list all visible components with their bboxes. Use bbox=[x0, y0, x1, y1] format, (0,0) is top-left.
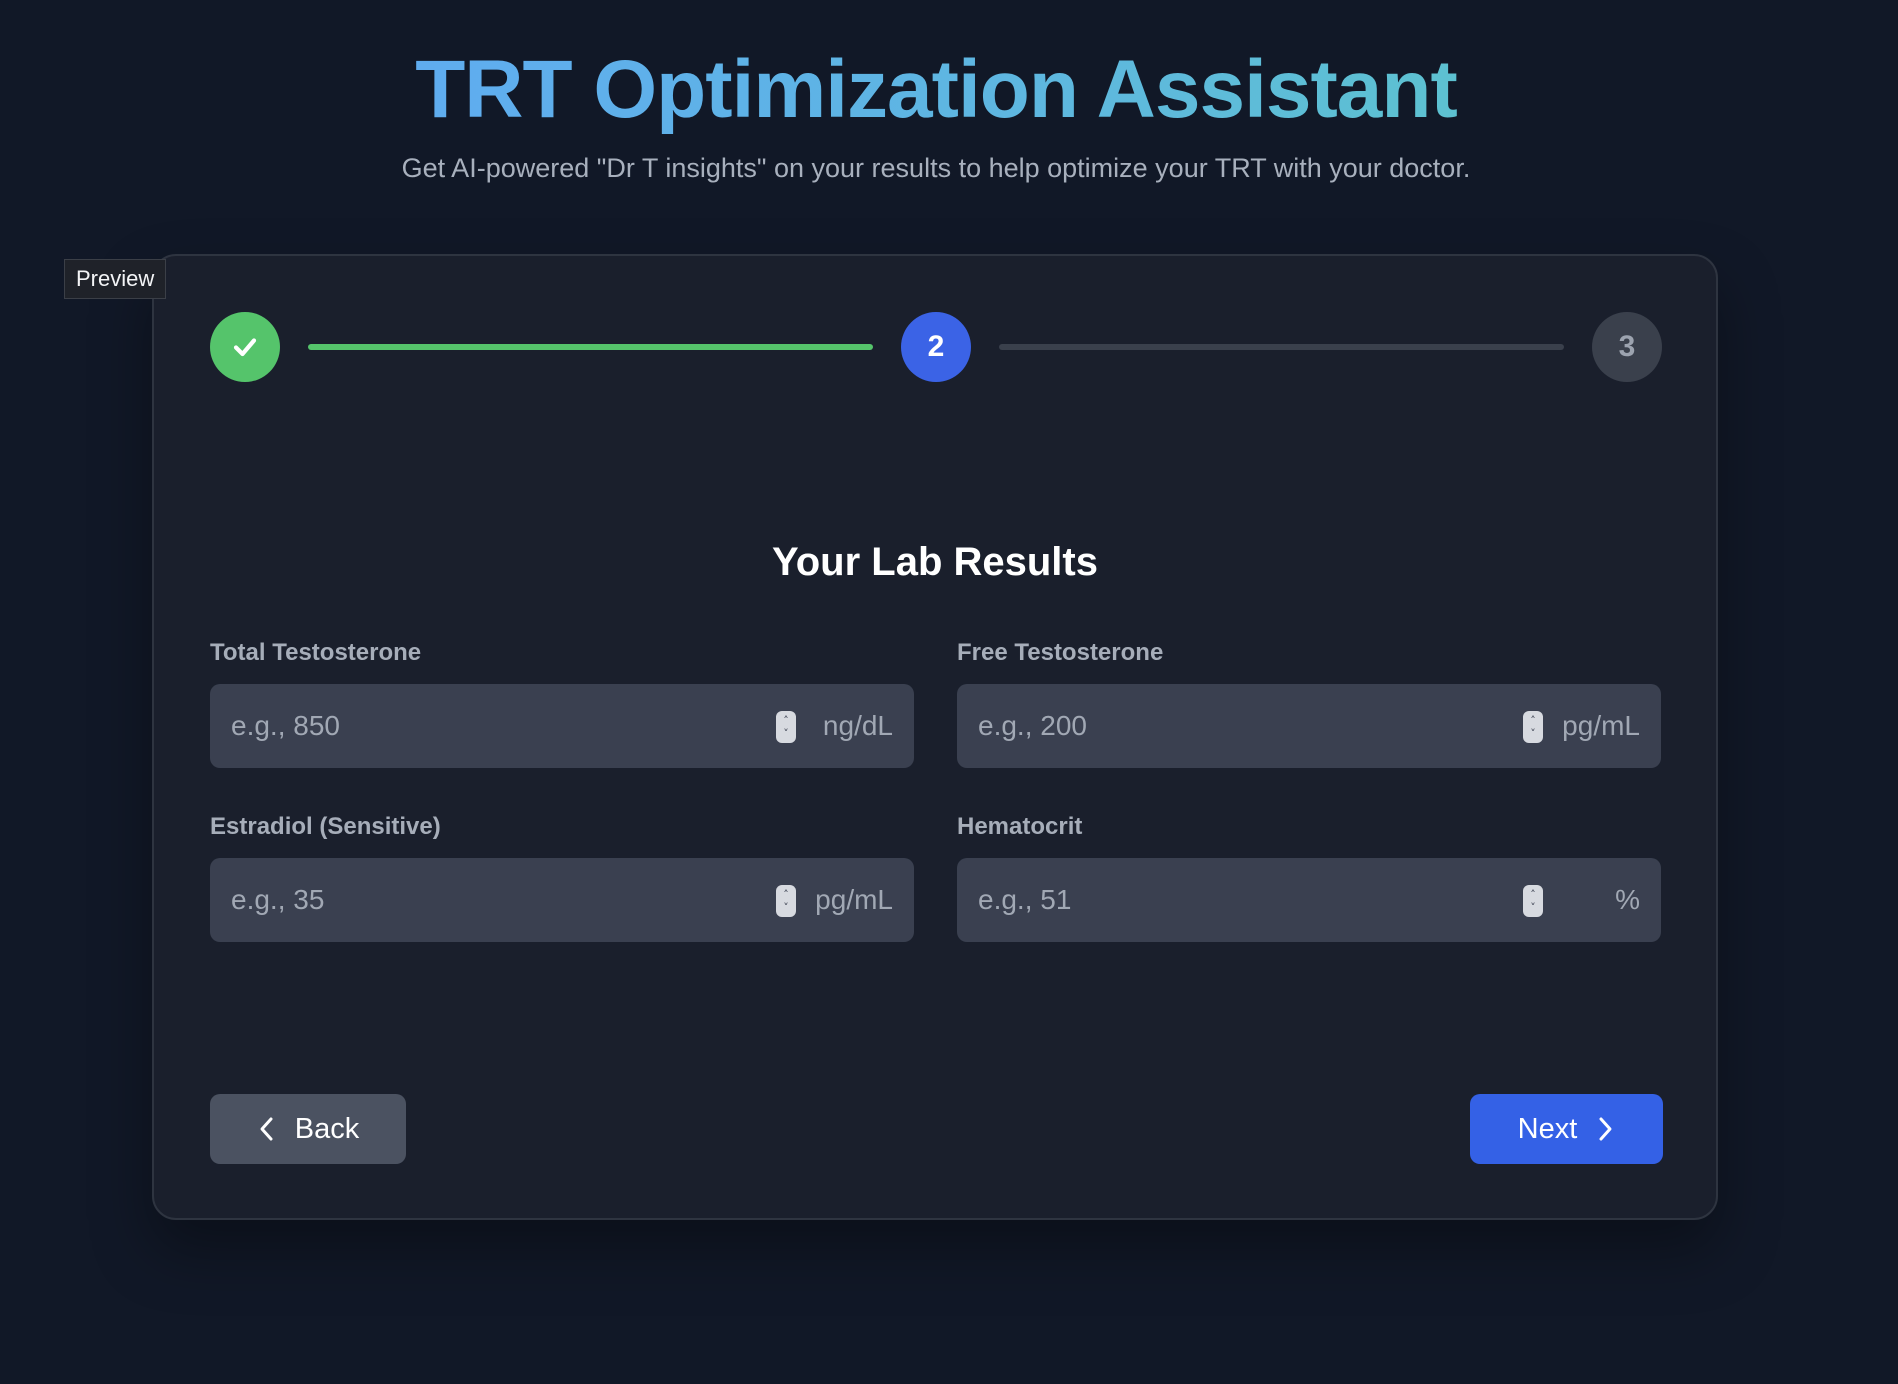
chevron-left-icon bbox=[260, 1117, 273, 1141]
step-1-complete bbox=[210, 312, 280, 382]
chevron-right-icon bbox=[1599, 1117, 1612, 1141]
chevron-down-icon[interactable]: ˅ bbox=[783, 901, 789, 914]
free-testosterone-input[interactable] bbox=[957, 684, 1497, 768]
chevron-up-icon[interactable]: ˄ bbox=[783, 714, 789, 727]
next-button-label: Next bbox=[1517, 1112, 1578, 1145]
chevron-up-icon[interactable]: ˄ bbox=[783, 888, 789, 901]
field-hematocrit: Hematocrit ˄ ˅ % bbox=[957, 810, 1661, 942]
field-label: Hematocrit bbox=[957, 813, 1083, 840]
number-stepper[interactable]: ˄ ˅ bbox=[1523, 711, 1543, 743]
wizard-card: 2 3 Your Lab Results Total Testosterone … bbox=[152, 254, 1718, 1220]
page-header: TRT Optimization Assistant Get AI-powere… bbox=[0, 40, 1872, 188]
field-total-testosterone: Total Testosterone ˄ ˅ ng/dL bbox=[210, 636, 914, 768]
number-stepper[interactable]: ˄ ˅ bbox=[1523, 885, 1543, 917]
step-connector-complete bbox=[308, 344, 873, 350]
hematocrit-input[interactable] bbox=[957, 858, 1497, 942]
field-label: Free Testosterone bbox=[957, 639, 1164, 666]
back-button-label: Back bbox=[294, 1112, 360, 1145]
number-stepper[interactable]: ˄ ˅ bbox=[776, 711, 796, 743]
section-title: Your Lab Results bbox=[772, 540, 1098, 584]
back-button[interactable]: Back bbox=[210, 1094, 406, 1164]
unit-label: % bbox=[1615, 884, 1640, 915]
field-label: Total Testosterone bbox=[210, 639, 422, 666]
unit-label: pg/mL bbox=[815, 884, 893, 915]
chevron-up-icon[interactable]: ˄ bbox=[1530, 888, 1536, 901]
field-free-testosterone: Free Testosterone ˄ ˅ pg/mL bbox=[957, 636, 1661, 768]
total-testosterone-input[interactable] bbox=[210, 684, 750, 768]
step-connector-upcoming bbox=[999, 344, 1564, 350]
chevron-down-icon[interactable]: ˅ bbox=[1530, 727, 1536, 740]
check-icon bbox=[233, 338, 257, 357]
page-subtitle: Get AI-powered "Dr T insights" on your r… bbox=[401, 153, 1471, 183]
page: TRT Optimization Assistant Get AI-powere… bbox=[0, 0, 1898, 1384]
step-2-active: 2 bbox=[901, 312, 971, 382]
input-container: ˄ ˅ % bbox=[957, 858, 1661, 942]
chevron-down-icon[interactable]: ˅ bbox=[1530, 901, 1536, 914]
page-title: TRT Optimization Assistant bbox=[0, 40, 1872, 140]
unit-label: pg/mL bbox=[1562, 710, 1640, 741]
input-container: ˄ ˅ ng/dL bbox=[210, 684, 914, 768]
next-button[interactable]: Next bbox=[1470, 1094, 1663, 1164]
preview-badge[interactable]: Preview bbox=[64, 259, 167, 299]
unit-label: ng/dL bbox=[822, 710, 893, 741]
number-stepper[interactable]: ˄ ˅ bbox=[776, 885, 796, 917]
chevron-down-icon[interactable]: ˅ bbox=[783, 727, 789, 740]
input-container: ˄ ˅ pg/mL bbox=[957, 684, 1661, 768]
field-label: Estradiol (Sensitive) bbox=[210, 813, 441, 840]
step-3-upcoming: 3 bbox=[1592, 312, 1662, 382]
estradiol-input[interactable] bbox=[210, 858, 750, 942]
field-estradiol: Estradiol (Sensitive) ˄ ˅ pg/mL bbox=[210, 810, 914, 942]
chevron-up-icon[interactable]: ˄ bbox=[1530, 714, 1536, 727]
input-container: ˄ ˅ pg/mL bbox=[210, 858, 914, 942]
